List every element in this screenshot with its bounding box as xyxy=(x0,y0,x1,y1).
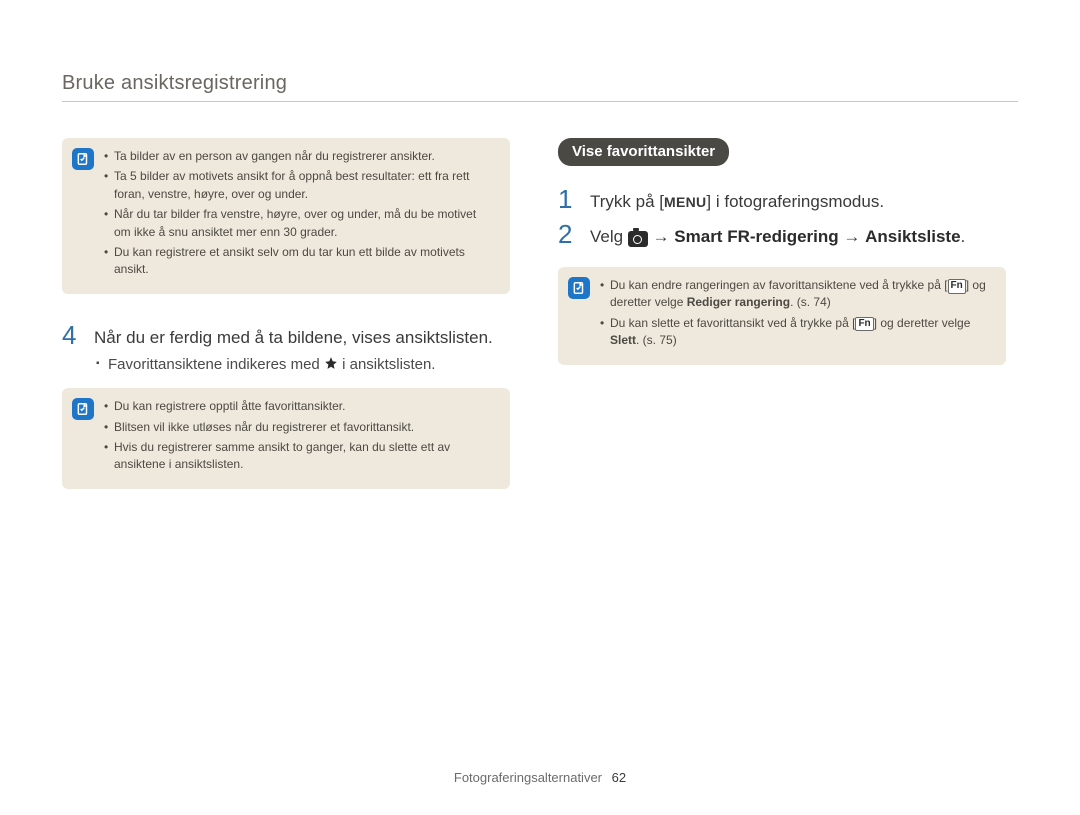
step-text: Trykk på [MENU] i fotograferingsmodus. xyxy=(590,186,884,215)
step-4: 4 Når du er ferdig med å ta bildene, vis… xyxy=(62,322,510,351)
step-1: 1 Trykk på [MENU] i fotograferingsmodus. xyxy=(558,186,1006,215)
c2-pre: Du kan slette et favorittansikt ved å tr… xyxy=(610,316,855,330)
note-a-item: Du kan registrere et ansikt selv om du t… xyxy=(104,244,496,279)
fn-button-token: Fn xyxy=(855,317,873,332)
note-a-item: Ta 5 bilder av motivets ansikt for å opp… xyxy=(104,168,496,203)
note-list-c: Du kan endre rangeringen av favorittansi… xyxy=(600,277,992,353)
note-icon xyxy=(568,277,590,299)
note-list-b: Du kan registrere opptil åtte favorittan… xyxy=(104,398,496,477)
right-steps: 1 Trykk på [MENU] i fotograferingsmodus.… xyxy=(558,186,1006,249)
two-column-layout: Ta bilder av en person av gangen når du … xyxy=(62,138,1018,489)
note-b-item: Hvis du registrerer samme ansikt to gang… xyxy=(104,439,496,474)
fn-button-token: Fn xyxy=(948,279,966,294)
note-b-item: Blitsen vil ikke utløses når du registre… xyxy=(104,419,496,436)
menu-button-token: MENU xyxy=(664,194,706,210)
sub-text-post: i ansiktslisten. xyxy=(342,356,435,373)
header-rule xyxy=(62,101,1018,102)
left-column: Ta bilder av en person av gangen når du … xyxy=(62,138,510,489)
step-number: 4 xyxy=(62,322,80,348)
page-title: Bruke ansiktsregistrering xyxy=(62,72,1018,95)
note-c-item2: Du kan slette et favorittansikt ved å tr… xyxy=(600,315,992,350)
note-icon xyxy=(72,148,94,170)
arrow2: → xyxy=(843,227,865,246)
note-icon xyxy=(72,398,94,420)
arrow1: → xyxy=(653,227,675,246)
note-box-b: Du kan registrere opptil åtte favorittan… xyxy=(62,388,510,489)
star-icon xyxy=(324,356,338,374)
note-b-item: Du kan registrere opptil åtte favorittan… xyxy=(104,398,496,415)
step2-bold1: Smart FR-redigering xyxy=(674,227,838,246)
c2-bold: Slett xyxy=(610,333,636,347)
note-a-item: Ta bilder av en person av gangen når du … xyxy=(104,148,496,165)
section-pill: Vise favorittansikter xyxy=(558,138,729,166)
step-2: 2 Velg → Smart FR-redigering → Ansiktsli… xyxy=(558,221,1006,250)
right-column: Vise favorittansikter 1 Trykk på [MENU] … xyxy=(558,138,1006,489)
step2-period: . xyxy=(961,227,966,246)
step1-pre: Trykk på [ xyxy=(590,192,664,211)
c1-pre: Du kan endre rangeringen av favorittansi… xyxy=(610,278,948,292)
note-a-item: Når du tar bilder fra venstre, høyre, ov… xyxy=(104,206,496,241)
c2-mid: ] og deretter velge xyxy=(874,316,971,330)
step-4-sub: Favorittansiktene indikeres med i ansikt… xyxy=(62,356,510,374)
step-text: Når du er ferdig med å ta bildene, vises… xyxy=(94,322,493,351)
c2-post: . (s. 75) xyxy=(636,333,677,347)
note-list-a: Ta bilder av en person av gangen når du … xyxy=(104,148,496,282)
c1-post: . (s. 74) xyxy=(790,295,831,309)
c1-bold: Rediger rangering xyxy=(687,295,790,309)
step-number: 1 xyxy=(558,186,576,212)
step-number: 2 xyxy=(558,221,576,247)
step1-post: ] i fotograferingsmodus. xyxy=(706,192,884,211)
note-box-c: Du kan endre rangeringen av favorittansi… xyxy=(558,267,1006,365)
step2-bold2: Ansiktsliste xyxy=(865,227,960,246)
footer-section: Fotograferingsalternativer xyxy=(454,770,602,785)
sub-text-pre: Favorittansiktene indikeres med xyxy=(108,356,324,373)
step2-pre: Velg xyxy=(590,227,628,246)
page-root: Bruke ansiktsregistrering Ta bilder av e… xyxy=(0,0,1080,815)
footer: Fotograferingsalternativer 62 xyxy=(0,770,1080,785)
note-box-a: Ta bilder av en person av gangen når du … xyxy=(62,138,510,294)
page-number: 62 xyxy=(612,770,626,785)
note-c-item1: Du kan endre rangeringen av favorittansi… xyxy=(600,277,992,312)
step-text: Velg → Smart FR-redigering → Ansiktslist… xyxy=(590,221,965,250)
camera-icon xyxy=(628,231,648,247)
